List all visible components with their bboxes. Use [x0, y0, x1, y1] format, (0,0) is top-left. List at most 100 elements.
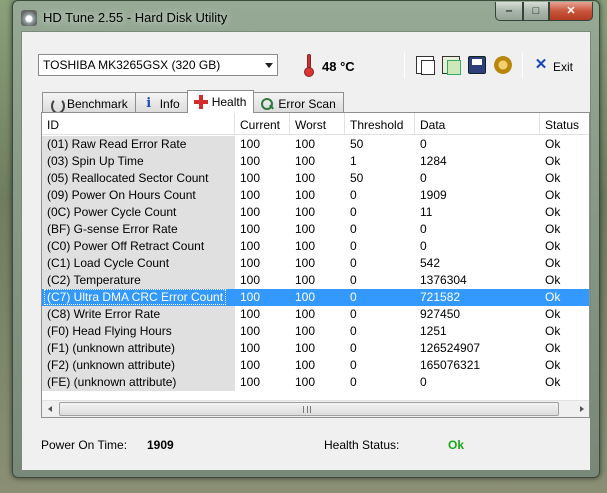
cell-status: Ok: [545, 154, 561, 168]
table-row[interactable]: (05) Reallocated Sector Count 100 100 50 0 Ok: [42, 170, 589, 187]
cell-threshold: 50: [350, 171, 364, 185]
cell-current: 100: [240, 341, 261, 355]
tab-info[interactable]: i Info: [134, 92, 188, 112]
table-row[interactable]: (C7) Ultra DMA CRC Error Count 100 100 0 721…: [42, 289, 589, 306]
cell-data: 165076321: [420, 358, 481, 372]
table-row[interactable]: (03) Spin Up Time 100 100 1 1284 Ok: [42, 153, 589, 170]
column-header-threshold[interactable]: Threshold: [345, 113, 415, 135]
cell-threshold: 1: [350, 154, 357, 168]
cell-current: 100: [240, 358, 261, 372]
client-area: TOSHIBA MK3265GSX (320 GB) 48 °C ✕ Exit …: [21, 31, 591, 471]
cell-status: Ok: [545, 137, 561, 151]
cell-worst: 100: [295, 290, 316, 304]
toolbar-separator: [522, 52, 523, 78]
cell-data: 0: [420, 171, 427, 185]
cell-status: Ok: [545, 341, 561, 355]
tab-error-scan[interactable]: Error Scan: [253, 92, 344, 112]
column-header-id[interactable]: ID: [42, 113, 235, 135]
maximize-button[interactable]: □: [523, 2, 549, 21]
cell-worst: 100: [295, 137, 316, 151]
cell-data: 721582: [420, 290, 461, 304]
scroll-right-icon[interactable]: [573, 401, 589, 417]
cell-status: Ok: [545, 358, 561, 372]
exit-icon[interactable]: ✕: [532, 56, 550, 74]
power-on-time-value: 1909: [147, 438, 174, 452]
cell-id: (F1) (unknown attribute): [42, 340, 235, 357]
table-row[interactable]: (F0) Head Flying Hours 100 100 0 1251 Ok: [42, 323, 589, 340]
options-icon[interactable]: [494, 56, 512, 74]
cell-id: (F2) (unknown attribute): [42, 357, 235, 374]
cell-status: Ok: [545, 188, 561, 202]
health-status-value: Ok: [448, 438, 465, 452]
toolbar: TOSHIBA MK3265GSX (320 GB) 48 °C ✕ Exit: [22, 32, 590, 88]
cell-data: 0: [420, 137, 427, 151]
column-header-worst[interactable]: Worst: [290, 113, 345, 135]
cell-status: Ok: [545, 307, 561, 321]
window-controls: ‒ □ ✕: [495, 2, 593, 21]
cell-id: (FE) (unknown attribute): [42, 374, 235, 391]
cell-id: (C1) Load Cycle Count: [42, 255, 235, 272]
copy-icon[interactable]: [416, 56, 435, 75]
cell-current: 100: [240, 188, 261, 202]
cell-id: (C0) Power Off Retract Count: [42, 238, 235, 255]
save-icon[interactable]: [468, 56, 486, 74]
table-row[interactable]: (C8) Write Error Rate 100 100 0 927450 Ok: [42, 306, 589, 323]
chevron-down-icon: [265, 63, 273, 68]
tab-health[interactable]: Health: [186, 90, 255, 113]
cell-worst: 100: [295, 239, 316, 253]
cell-status: Ok: [545, 205, 561, 219]
cell-worst: 100: [295, 375, 316, 389]
cell-status: Ok: [545, 222, 561, 236]
table-row[interactable]: (F2) (unknown attribute) 100 100 0 165076321…: [42, 357, 589, 374]
cell-worst: 100: [295, 171, 316, 185]
cell-worst: 100: [295, 341, 316, 355]
cell-threshold: 0: [350, 222, 357, 236]
cell-current: 100: [240, 137, 261, 151]
table-row[interactable]: (BF) G-sense Error Rate 100 100 0 0 Ok: [42, 221, 589, 238]
copy-all-icon[interactable]: [442, 56, 461, 75]
cell-worst: 100: [295, 222, 316, 236]
cell-status: Ok: [545, 171, 561, 185]
disk-dropdown-value: TOSHIBA MK3265GSX (320 GB): [43, 58, 221, 72]
cell-id: (05) Reallocated Sector Count: [42, 170, 235, 187]
table-row[interactable]: (C2) Temperature 100 100 0 1376304 Ok: [42, 272, 589, 289]
column-header-current[interactable]: Current: [235, 113, 290, 135]
cell-id: (01) Raw Read Error Rate: [42, 136, 235, 153]
tab-label: Info: [159, 96, 180, 111]
close-button[interactable]: ✕: [549, 2, 593, 21]
table-row[interactable]: (09) Power On Hours Count 100 100 0 1909 Ok: [42, 187, 589, 204]
cell-worst: 100: [295, 324, 316, 338]
column-header-status[interactable]: Status: [540, 113, 589, 135]
table-row[interactable]: (C1) Load Cycle Count 100 100 0 542 Ok: [42, 255, 589, 272]
table-row[interactable]: (01) Raw Read Error Rate 100 100 50 0 Ok: [42, 136, 589, 153]
cell-data: 0: [420, 222, 427, 236]
cell-current: 100: [240, 205, 261, 219]
power-on-time-label: Power On Time:: [41, 438, 128, 452]
cell-current: 100: [240, 171, 261, 185]
minimize-button[interactable]: ‒: [495, 2, 523, 21]
column-header-data[interactable]: Data: [415, 113, 540, 135]
benchmark-icon: [49, 97, 65, 114]
cell-threshold: 0: [350, 358, 357, 372]
cell-worst: 100: [295, 188, 316, 202]
exit-button[interactable]: Exit: [553, 60, 573, 74]
disk-dropdown[interactable]: TOSHIBA MK3265GSX (320 GB): [38, 54, 278, 76]
cell-id: (F0) Head Flying Hours: [42, 323, 235, 340]
cell-data: 1376304: [420, 273, 467, 287]
horizontal-scrollbar[interactable]: [42, 400, 589, 417]
table-row[interactable]: (F1) (unknown attribute) 100 100 0 126524907…: [42, 340, 589, 357]
table-row[interactable]: (0C) Power Cycle Count 100 100 0 11 Ok: [42, 204, 589, 221]
cell-data: 11: [420, 205, 433, 219]
table-row[interactable]: (FE) (unknown attribute) 100 100 0 0 Ok: [42, 374, 589, 391]
title-bar[interactable]: HD Tune 2.55 - Hard Disk Utility ‒ □ ✕: [13, 1, 599, 31]
tab-benchmark[interactable]: Benchmark: [42, 92, 136, 114]
cell-threshold: 0: [350, 273, 357, 287]
health-panel: ID Current Worst Threshold Data Status (…: [41, 112, 590, 418]
scrollbar-thumb[interactable]: [59, 402, 559, 416]
scroll-left-icon[interactable]: [42, 401, 59, 417]
cell-data: 0: [420, 239, 427, 253]
cell-data: 0: [420, 375, 427, 389]
cell-id: (C8) Write Error Rate: [42, 306, 235, 323]
cell-threshold: 0: [350, 256, 357, 270]
table-row[interactable]: (C0) Power Off Retract Count 100 100 0 0 Ok: [42, 238, 589, 255]
